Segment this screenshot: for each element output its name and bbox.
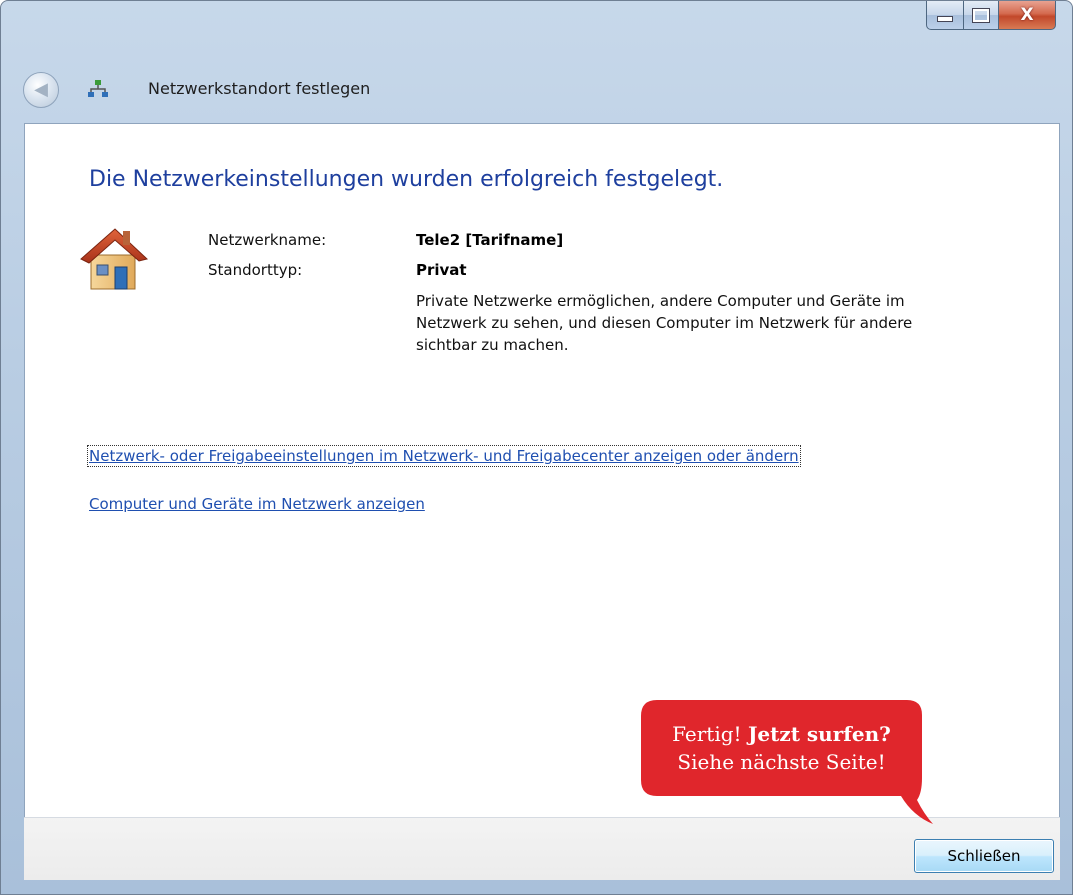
location-type-label: Standorttyp: bbox=[208, 261, 303, 279]
success-heading: Die Netzwerkeinstellungen wurden erfolgr… bbox=[89, 167, 724, 192]
view-network-devices-link[interactable]: Computer und Geräte im Netzwerk anzeigen bbox=[89, 495, 425, 513]
close-window-button[interactable]: X bbox=[999, 1, 1056, 30]
callout-line2: Siehe nächste Seite! bbox=[677, 750, 886, 774]
callout-text: Fertig! Jetzt surfen? Siehe nächste Seit… bbox=[641, 720, 922, 776]
maximize-icon bbox=[972, 7, 990, 23]
minimize-icon bbox=[937, 16, 953, 22]
minimize-button[interactable] bbox=[926, 1, 964, 30]
dialog-title: Netzwerkstandort festlegen bbox=[148, 79, 371, 98]
location-description: Private Netzwerke ermöglichen, andere Co… bbox=[416, 292, 913, 354]
callout-line1-bold: Jetzt surfen? bbox=[747, 722, 891, 746]
caption-buttons: X bbox=[926, 1, 1056, 31]
network-name-label: Netzwerkname: bbox=[208, 231, 327, 249]
sharing-center-link[interactable]: Netzwerk- oder Freigabeeinstellungen im … bbox=[87, 445, 801, 467]
network-name-value: Tele2 [Tarifname] bbox=[416, 231, 564, 249]
footer-bar: Schließen bbox=[24, 817, 1060, 880]
title-bar: X ◀ Netzwerkstandort festlegen bbox=[1, 1, 1072, 123]
close-icon: X bbox=[1020, 5, 1034, 25]
callout-line1-normal: Fertig! bbox=[672, 722, 742, 746]
back-arrow-icon: ◀ bbox=[34, 79, 48, 100]
location-type-value: Privat bbox=[416, 261, 467, 279]
maximize-button[interactable] bbox=[964, 1, 999, 30]
network-icon bbox=[88, 80, 108, 97]
close-button[interactable]: Schließen bbox=[914, 839, 1054, 873]
house-icon bbox=[80, 228, 149, 290]
back-button[interactable]: ◀ bbox=[23, 72, 59, 108]
